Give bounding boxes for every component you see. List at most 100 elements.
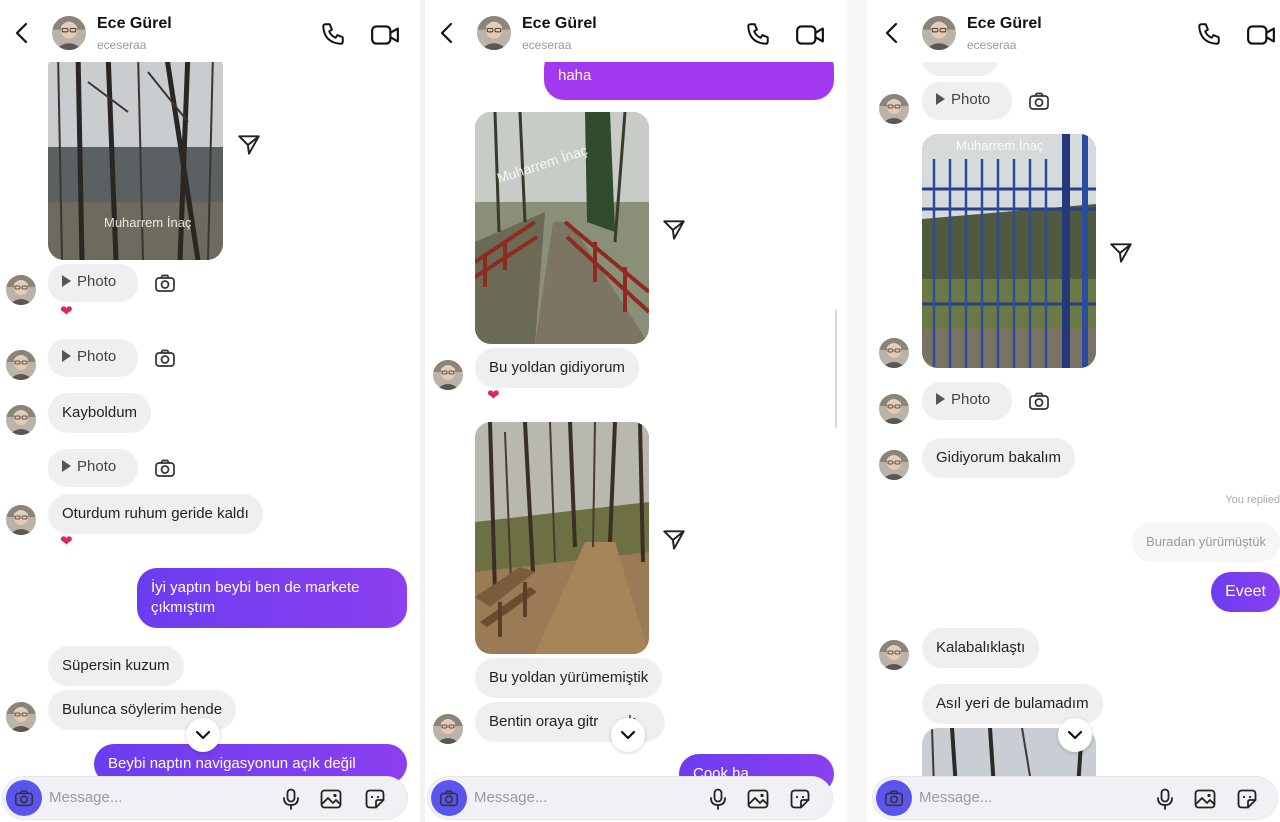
avatar [879,640,909,670]
scroll-to-bottom-button[interactable] [1058,718,1092,752]
photo-attachment[interactable]: Photo [922,382,1012,420]
image-message[interactable]: Muharrem İnaç [922,134,1096,368]
phone-icon[interactable] [745,21,771,47]
camera-reply-button[interactable] [150,453,180,483]
contact-name[interactable]: Ece Gürel [967,15,1042,33]
watermark: Muharrem İnaç [956,138,1044,153]
camera-icon [883,787,905,809]
share-icon[interactable] [1108,240,1134,266]
video-icon[interactable] [1246,22,1276,48]
avatar [879,450,909,480]
gallery-icon[interactable] [1193,787,1217,811]
camera-icon [1027,389,1051,413]
chevron-down-icon [616,723,640,747]
panel-divider [847,0,867,822]
camera-reply-button[interactable] [1024,86,1054,116]
back-icon[interactable] [14,22,30,44]
chat-panel-1: Ece Gürel eceseraa Muharrem İnaç Photo ❤… [0,0,420,822]
chevron-down-icon [1063,723,1087,747]
avatar [6,702,36,732]
avatar [433,714,463,744]
avatar[interactable] [922,16,956,50]
contact-username: eceseraa [522,38,572,52]
scroll-to-bottom-button[interactable] [186,718,220,752]
photo-attachment[interactable]: Photo [922,82,1012,120]
share-icon[interactable] [661,527,687,553]
scrollbar[interactable] [835,310,837,428]
sticker-icon[interactable] [788,787,812,811]
camera-button[interactable] [876,780,912,816]
phone-icon[interactable] [320,21,346,47]
message-text: Bentin oraya gitr [489,713,599,730]
play-icon [936,93,945,106]
heart-icon: ❤ [60,303,73,320]
video-icon[interactable] [795,22,825,48]
camera-icon [153,456,177,480]
share-icon[interactable] [661,217,687,243]
avatar[interactable] [52,16,86,50]
back-icon[interactable] [439,22,455,44]
reply-quote[interactable]: Buradan yürümüştük [1132,522,1280,562]
received-message[interactable]: Gidiyorum bakalım [922,438,1076,478]
photo-attachment[interactable]: Photo [48,264,138,302]
heart-icon: ❤ [60,533,73,550]
gallery-icon[interactable] [319,787,343,811]
microphone-icon[interactable] [279,787,303,811]
message-input[interactable] [919,789,1119,806]
avatar[interactable] [477,16,511,50]
sent-message[interactable]: İyi yaptın beybi ben de markete çıkmıştı… [137,568,407,628]
received-message[interactable]: Bu yoldan gidiyorum [475,348,639,388]
chat-header: Ece Gürel eceseraa [870,0,1280,62]
image-message[interactable] [475,422,649,654]
sticker-icon[interactable] [363,787,387,811]
message-thread: haha Muharrem İnaç Bu yoldan gidiyorum ❤… [425,48,845,822]
camera-icon [1027,89,1051,113]
camera-reply-button[interactable] [150,268,180,298]
you-replied-label: You replied [1225,494,1280,506]
camera-reply-button[interactable] [150,343,180,373]
received-message[interactable]: Oturdum ruhum geride kaldı [48,494,263,534]
message-input[interactable] [49,789,249,806]
sticker-icon[interactable] [1235,787,1259,811]
camera-button[interactable] [6,780,42,816]
camera-button[interactable] [431,780,467,816]
chat-header: Ece Gürel eceseraa [0,0,420,62]
received-message[interactable]: Süpersin kuzum [48,646,184,686]
image-message[interactable]: Muharrem İnaç [48,52,223,260]
message-composer [2,776,408,820]
contact-name[interactable]: Ece Gürel [97,15,172,33]
received-message[interactable]: Kalabalıklaştı [922,628,1040,668]
avatar [6,505,36,535]
contact-username: eceseraa [97,38,147,52]
photo-label: Photo [951,391,991,408]
photo-label: Photo [77,348,117,365]
received-message[interactable]: Bu yoldan yürümemiştik [475,658,663,698]
message-thread: Muharrem İnaç Photo ❤ Photo Kayboldum Ph… [0,52,420,822]
received-message[interactable]: Kayboldum [48,393,152,433]
gallery-icon[interactable] [746,787,770,811]
avatar [6,275,36,305]
play-icon [62,350,71,363]
scroll-to-bottom-button[interactable] [611,718,645,752]
camera-icon [153,346,177,370]
back-icon[interactable] [884,22,900,44]
microphone-icon[interactable] [706,787,730,811]
avatar [879,94,909,124]
camera-reply-button[interactable] [1024,386,1054,416]
photo-attachment[interactable]: Photo [48,339,138,377]
message-thread: Photo Muharrem İnaç Photo Gidiyorum baka… [870,42,1280,822]
video-icon[interactable] [370,22,400,48]
contact-name[interactable]: Ece Gürel [522,15,597,33]
avatar [879,338,909,368]
microphone-icon[interactable] [1153,787,1177,811]
avatar [6,405,36,435]
play-icon [62,460,71,473]
image-message[interactable]: Muharrem İnaç [475,112,649,344]
message-input[interactable] [474,789,674,806]
sent-message[interactable]: Eveet [1211,572,1280,612]
camera-icon [438,787,460,809]
share-icon[interactable] [236,132,262,158]
chat-panel-3: Ece Gürel eceseraa Photo Muharrem İnaç P… [870,0,1280,822]
photo-attachment[interactable]: Photo [48,449,138,487]
phone-icon[interactable] [1196,21,1222,47]
